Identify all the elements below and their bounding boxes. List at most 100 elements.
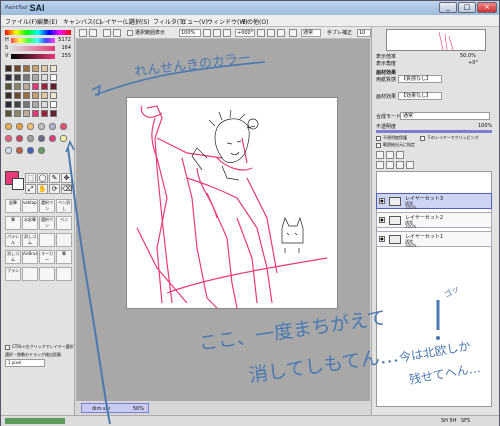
brush-tool-cell[interactable]: ペン: [56, 216, 72, 230]
layer-item[interactable]: ● レイヤーセット1 通常 100%: [376, 231, 492, 248]
hand-icon[interactable]: ✋: [37, 184, 48, 194]
zoom-out-icon[interactable]: [203, 29, 211, 37]
color-swatch[interactable]: [50, 101, 57, 108]
invert-selection-icon[interactable]: [113, 29, 121, 37]
brush-preset-swatch[interactable]: [16, 123, 23, 130]
clear-layer-icon[interactable]: [396, 161, 404, 169]
brush-preset-swatch[interactable]: [38, 123, 45, 130]
menu-other[interactable]: その他(O): [241, 17, 268, 26]
undo-icon[interactable]: [79, 29, 87, 37]
color-swatch[interactable]: [14, 110, 21, 117]
brush-preset-swatch[interactable]: [60, 135, 67, 142]
maximize-button[interactable]: □: [458, 2, 476, 13]
magic-wand-icon[interactable]: ✎: [49, 173, 60, 183]
rect-select-icon[interactable]: ⬚: [25, 173, 36, 183]
brush-tool-cell[interactable]: ブラシ: [5, 267, 21, 281]
color-swatch[interactable]: [5, 83, 12, 90]
color-swatch[interactable]: [32, 74, 39, 81]
slider-s[interactable]: S 164: [5, 45, 71, 52]
color-swatch[interactable]: [5, 92, 12, 99]
rotate-left-icon[interactable]: [257, 29, 265, 37]
zoom-field[interactable]: 100%: [179, 29, 201, 37]
brush-tool-cell[interactable]: [39, 233, 55, 247]
color-swatch[interactable]: [41, 65, 48, 72]
deselect-icon[interactable]: [103, 29, 111, 37]
color-swatch[interactable]: [23, 83, 30, 90]
brush-preset-swatch[interactable]: [5, 135, 12, 142]
visibility-eye-icon[interactable]: ●: [379, 236, 385, 242]
color-swatch[interactable]: [50, 110, 57, 117]
close-button[interactable]: ×: [477, 2, 497, 13]
brush-tool-cell[interactable]: vektaple: [22, 199, 38, 213]
color-swatch[interactable]: [23, 101, 30, 108]
slider-v[interactable]: V 255: [5, 53, 71, 60]
color-swatch[interactable]: [50, 74, 57, 81]
brush-tool-cell[interactable]: 筆: [5, 216, 21, 230]
eyedropper-icon[interactable]: ⌫: [61, 184, 72, 194]
new-layer-icon[interactable]: [376, 151, 384, 159]
brush-tool-cell[interactable]: マーカー: [39, 250, 55, 264]
color-swatch[interactable]: [41, 92, 48, 99]
brush-tool-cell[interactable]: パラレル: [5, 233, 21, 247]
brush-preset-swatch[interactable]: [16, 147, 23, 154]
brush-preset-swatch[interactable]: [27, 135, 34, 142]
brush-tool-cell[interactable]: AirBrush: [22, 250, 38, 264]
canvas-area[interactable]: [76, 39, 370, 401]
brush-preset-swatch[interactable]: [27, 147, 34, 154]
stabilizer-select[interactable]: 10: [357, 29, 371, 37]
color-swatch[interactable]: [50, 65, 57, 72]
brush-tool-cell[interactable]: ペン消し: [56, 199, 72, 213]
rotation-field[interactable]: +000°: [235, 29, 255, 37]
brush-tool-cell[interactable]: 水彩筆: [22, 216, 38, 230]
color-swatch[interactable]: [14, 83, 21, 90]
blend-select[interactable]: 通常: [301, 29, 321, 37]
color-swatch[interactable]: [5, 101, 12, 108]
brush-tool-cell[interactable]: [56, 233, 72, 247]
menu-select[interactable]: 選択(S): [129, 17, 150, 26]
color-swatch[interactable]: [32, 83, 39, 90]
blend-mode-select[interactable]: 通常: [400, 112, 490, 120]
color-swatch[interactable]: [50, 83, 57, 90]
redo-icon[interactable]: [89, 29, 97, 37]
color-swatch[interactable]: [32, 101, 39, 108]
move-icon[interactable]: ✥: [61, 173, 72, 183]
color-swatch[interactable]: [14, 92, 21, 99]
color-swatch[interactable]: [5, 110, 12, 117]
clip-layer-checkbox[interactable]: [420, 136, 425, 141]
brush-tool-cell[interactable]: 消しゴム: [22, 233, 38, 247]
brush-tool-cell[interactable]: 選択ペン: [39, 199, 55, 213]
selection-outline-checkbox[interactable]: [127, 30, 133, 36]
color-swatch[interactable]: [14, 101, 21, 108]
brush-tool-cell[interactable]: 消しゴム: [5, 250, 21, 264]
selection-source-checkbox[interactable]: [376, 143, 381, 148]
merge-down-icon[interactable]: [386, 161, 394, 169]
secondary-color-swatch[interactable]: [12, 178, 24, 190]
rotate-icon[interactable]: ⟳: [49, 184, 60, 194]
layer-item[interactable]: ● レイヤーセット2 通常 100%: [376, 212, 492, 229]
visibility-eye-icon[interactable]: ●: [379, 198, 385, 204]
protect-opacity-checkbox[interactable]: [376, 136, 381, 141]
menu-canvas[interactable]: キャンバス(C): [63, 17, 102, 26]
transfer-down-icon[interactable]: [376, 161, 384, 169]
color-swatch[interactable]: [32, 92, 39, 99]
slider-h[interactable]: H 5172: [5, 37, 71, 44]
new-folder-icon[interactable]: [396, 151, 404, 159]
color-swatch[interactable]: [23, 65, 30, 72]
color-swatch[interactable]: [32, 110, 39, 117]
brush-preset-swatch[interactable]: [49, 123, 56, 130]
color-swatch[interactable]: [32, 65, 39, 72]
brush-preset-swatch[interactable]: [5, 147, 12, 154]
rotate-reset-icon[interactable]: [277, 29, 285, 37]
brush-preset-swatch[interactable]: [38, 135, 45, 142]
zoom-in-icon[interactable]: [213, 29, 221, 37]
color-swatch[interactable]: [41, 83, 48, 90]
color-swatch[interactable]: [23, 74, 30, 81]
rotate-right-icon[interactable]: [267, 29, 275, 37]
color-swatch[interactable]: [23, 92, 30, 99]
ctrl-select-checkbox[interactable]: [5, 345, 10, 350]
delete-layer-icon[interactable]: [406, 161, 414, 169]
new-linework-icon[interactable]: [386, 151, 394, 159]
menu-edit[interactable]: 編集(E): [37, 17, 57, 26]
color-swatch[interactable]: [5, 74, 12, 81]
menu-layer[interactable]: レイヤー(L): [99, 17, 131, 26]
